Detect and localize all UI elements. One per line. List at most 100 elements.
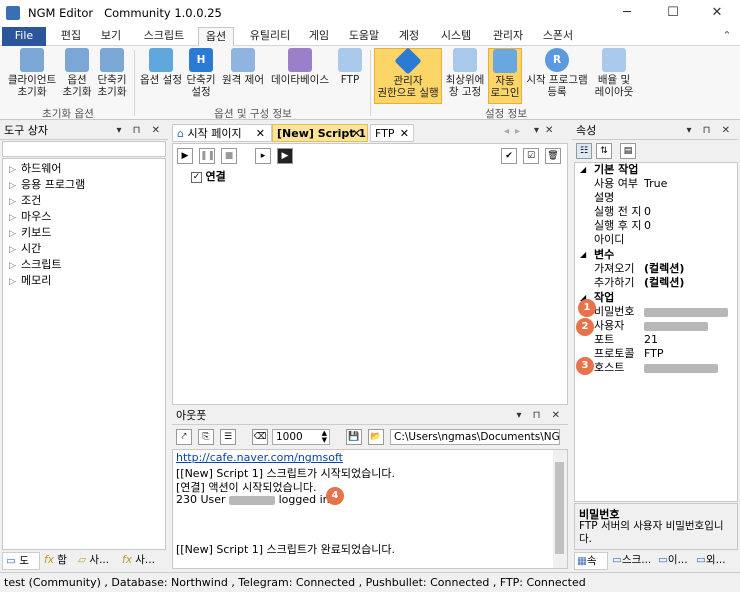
reset-client-button[interactable]: 클라이언트 초기화 (4, 48, 60, 98)
tab-view[interactable]: 보기 (96, 27, 126, 46)
tab-ftp[interactable]: FTP ✕ (370, 124, 414, 142)
tab-start-page[interactable]: ⌂ 시작 페이지 ✕ (172, 124, 272, 142)
collapse-ribbon-icon[interactable]: ⌃ (718, 27, 736, 46)
property-row[interactable]: 실행 후 지0 (576, 219, 736, 233)
tab-external[interactable]: ▭외... (694, 552, 738, 570)
tree-item-time[interactable]: ▷ 시간 (9, 241, 41, 257)
property-row-port[interactable]: 포트 21 (576, 333, 736, 347)
run-to-icon[interactable]: ▶ (277, 148, 293, 164)
tree-item-memory[interactable]: ▷ 메모리 (9, 273, 51, 289)
tab-help[interactable]: 도움말 (344, 27, 384, 46)
maximize-button[interactable]: ☐ (650, 0, 696, 26)
remote-control-button[interactable]: 원격 제어 (220, 48, 266, 86)
tab-utility[interactable]: 유틸리티 (244, 27, 296, 46)
close-icon[interactable]: ✕ (256, 125, 265, 142)
output-link[interactable]: http://cafe.naver.com/ngmsoft (176, 451, 343, 464)
property-row[interactable]: 추가하기 (컬렉션) (576, 276, 736, 290)
check-all-icon[interactable]: ✔ (501, 148, 517, 164)
tree-item-hardware[interactable]: ▷ 하드웨어 (9, 161, 61, 177)
tab-scroll-arrows[interactable]: ◂▸ (504, 126, 526, 137)
output-path-input[interactable]: C:\Users\ngmas\Documents\NGM5\ (390, 429, 560, 445)
property-row-password[interactable]: 비밀번호 (576, 305, 736, 319)
hotkey-settings-button[interactable]: H 단축키 설정 (186, 48, 216, 98)
panel-controls[interactable]: ▾ ⊓ ✕ (116, 122, 164, 139)
copy-icon[interactable]: ⎘ (198, 429, 214, 445)
property-row[interactable]: 아이디 (576, 233, 736, 247)
tree-item-script[interactable]: ▷ 스크립트 (9, 257, 61, 273)
item-checkbox[interactable]: ✓ (191, 171, 202, 183)
categorized-icon[interactable]: ☷ (576, 143, 592, 159)
database-button[interactable]: 데이타베이스 (268, 48, 332, 86)
auto-login-button[interactable]: 자동 로그인 (488, 48, 522, 104)
minimize-button[interactable]: ─ (604, 0, 650, 26)
output-scrollbar[interactable] (553, 450, 567, 568)
tab-script-1[interactable]: [New] Script 1 ✕ (272, 124, 368, 142)
toolbox-search-input[interactable] (2, 141, 166, 157)
folder-open-icon[interactable]: 📂 (368, 429, 384, 445)
options-settings-button[interactable]: 옵션 설정 (138, 48, 184, 86)
close-button[interactable]: ✕ (694, 0, 740, 26)
property-category-basic[interactable]: ◢ 기본 작업 (576, 163, 736, 177)
tab-images[interactable]: ▭이... (656, 552, 692, 570)
tab-list-controls[interactable]: ▾✕ (534, 125, 559, 136)
stop-icon[interactable]: ■ (221, 148, 237, 164)
play-icon[interactable]: ▶ (177, 148, 193, 164)
property-row[interactable]: 사용 여부 True (576, 177, 736, 191)
tab-game[interactable]: 게임 (304, 27, 334, 46)
property-category-variables[interactable]: ◢ 변수 (576, 248, 736, 262)
tab-functions[interactable]: fx 함 (42, 552, 74, 570)
sort-alpha-icon[interactable]: ⇅ (596, 143, 612, 159)
line-count-stepper[interactable]: 1000 ▲ ▼ (272, 429, 330, 445)
tab-properties[interactable]: ▦속 (574, 552, 608, 570)
tab-account[interactable]: 계정 (394, 27, 424, 46)
script-item-connect[interactable]: ✓ 연결 (191, 169, 226, 185)
check-icon[interactable]: ☑ (523, 148, 539, 164)
eraser-icon[interactable]: ⌫ (252, 429, 268, 445)
close-icon[interactable]: ✕ (352, 125, 361, 142)
startup-register-button[interactable]: R 시작 프로그램 등록 (524, 48, 590, 98)
tree-item-keyboard[interactable]: ▷ 키보드 (9, 225, 51, 241)
step-icon[interactable]: ▸ (255, 148, 271, 164)
property-row-protocol[interactable]: 프로토콜 FTP (576, 347, 736, 361)
close-icon[interactable]: ✕ (400, 125, 409, 142)
property-row[interactable]: 실행 전 지0 (576, 205, 736, 219)
property-row[interactable]: 가져오기 (컬렉션) (576, 262, 736, 276)
tab-user-2[interactable]: fx 사... (120, 552, 166, 570)
property-row-host[interactable]: 호스트 (576, 361, 736, 375)
tree-item-mouse[interactable]: ▷ 마우스 (9, 209, 51, 225)
tree-item-condition[interactable]: ▷ 조건 (9, 193, 41, 209)
tab-script[interactable]: 스크립트 (138, 27, 190, 46)
ftp-button[interactable]: FTP (334, 48, 366, 86)
tab-scripts[interactable]: ▭스크... (610, 552, 654, 570)
tab-edit[interactable]: 편집 (56, 27, 86, 46)
property-row[interactable]: 설명 (576, 191, 736, 205)
property-row-user[interactable]: 사용자 (576, 319, 736, 333)
tab-options[interactable]: 옵션 (198, 27, 234, 46)
scrollbar-thumb[interactable] (555, 462, 564, 554)
tab-toolbox[interactable]: ▭ 도 (2, 552, 40, 570)
tab-user-1[interactable]: ▱ 사... (76, 552, 118, 570)
property-category-task[interactable]: ◢ 작업 (576, 291, 736, 305)
file-menu[interactable]: File (2, 27, 46, 46)
reset-options-button[interactable]: 옵션 초기화 (60, 48, 94, 98)
gears-icon (65, 48, 89, 72)
always-on-top-button[interactable]: 최상위에 창 고정 (444, 48, 486, 98)
list-icon[interactable]: ☰ (220, 429, 236, 445)
panel-controls[interactable]: ▾ ⊓ ✕ (516, 407, 564, 424)
redacted-password (644, 307, 728, 317)
save-icon[interactable]: 💾 (346, 429, 362, 445)
clear-icon[interactable]: ⤤ (176, 429, 192, 445)
tree-item-application[interactable]: ▷ 응용 프로그램 (9, 177, 85, 193)
delete-icon[interactable]: 🗑 (545, 148, 561, 164)
tab-admin[interactable]: 관리자 (488, 27, 528, 46)
tab-sponsor[interactable]: 스폰서 (538, 27, 578, 46)
pause-icon[interactable]: ❚❚ (199, 148, 215, 164)
description-text: FTP 서버의 사용자 비밀번호입니다. (579, 520, 724, 545)
tab-system[interactable]: 시스템 (436, 27, 476, 46)
property-pages-icon[interactable]: ▤ (620, 143, 636, 159)
run-as-admin-button[interactable]: 관리자 권한으로 실행 (374, 47, 442, 104)
scale-layout-button[interactable]: 배율 및 레이아웃 (592, 48, 636, 98)
panel-controls[interactable]: ▾ ⊓ ✕ (686, 122, 734, 139)
key-icon (493, 49, 517, 73)
reset-hotkeys-button[interactable]: 단축키 초기화 (94, 48, 130, 98)
